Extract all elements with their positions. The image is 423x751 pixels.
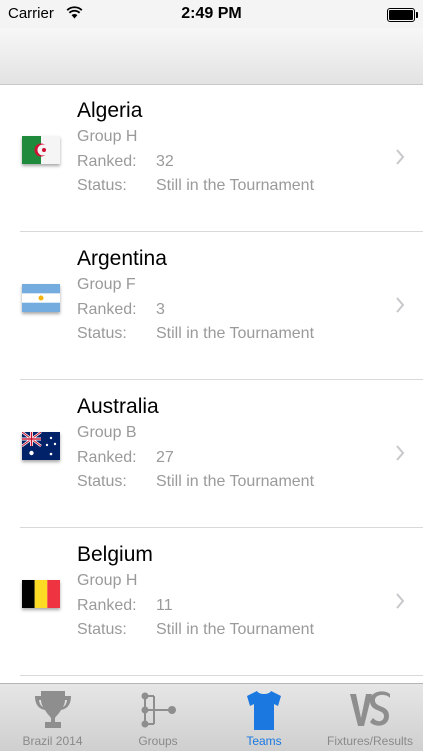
team-status: Still in the Tournament (156, 325, 315, 342)
team-name: Argentina (77, 247, 167, 270)
chevron-right-icon (396, 149, 405, 165)
status-label: Status: (77, 177, 127, 194)
team-name: Algeria (77, 99, 143, 122)
trophy-icon (34, 691, 71, 728)
team-group: Group H (77, 128, 138, 145)
tab-label: Groups (138, 734, 178, 748)
tab-teams[interactable]: Teams (211, 684, 317, 751)
tab-fixtures-results[interactable]: Fixtures/Results (317, 684, 423, 751)
team-rank: 32 (156, 153, 174, 170)
tab-label: Brazil 2014 (22, 734, 83, 748)
team-name: Belgium (77, 543, 153, 566)
tab-brazil-2014[interactable]: Brazil 2014 (0, 684, 105, 751)
chevron-right-icon (396, 445, 405, 461)
algeria-flag-icon (22, 136, 60, 164)
row-separator (20, 675, 423, 676)
team-row-algeria[interactable]: Algeria Group H Ranked: 32 Status: Still… (0, 85, 423, 232)
status-label: Status: (77, 473, 127, 490)
team-status: Still in the Tournament (156, 177, 315, 194)
team-rank: 3 (156, 301, 165, 318)
argentina-flag-icon (22, 284, 60, 312)
team-row-argentina[interactable]: Argentina Group F Ranked: 3 Status: Stil… (0, 233, 423, 380)
vs-icon (350, 691, 390, 726)
tab-label: Teams (246, 734, 282, 748)
status-label: Status: (77, 621, 127, 638)
team-rank: 27 (156, 449, 174, 466)
ranked-label: Ranked: (77, 597, 137, 614)
belgium-flag-icon (22, 580, 60, 608)
battery-icon (387, 8, 418, 22)
team-row-australia[interactable]: Australia Group B Ranked: 27 Status: Sti… (0, 381, 423, 528)
clock-label: 2:49 PM (181, 5, 242, 22)
row-separator (20, 379, 423, 380)
team-group: Group H (77, 572, 138, 589)
bracket-icon (141, 692, 176, 728)
tab-bar: Brazil 2014 Groups Teams Fixtures/Result… (0, 683, 423, 751)
ranked-label: Ranked: (77, 153, 137, 170)
chevron-right-icon (396, 297, 405, 313)
team-row-belgium[interactable]: Belgium Group H Ranked: 11 Status: Still… (0, 529, 423, 676)
status-bar: Carrier 2:49 PM (0, 0, 423, 28)
navigation-bar (0, 28, 423, 85)
tab-groups[interactable]: Groups (105, 684, 211, 751)
team-group: Group F (77, 276, 136, 293)
row-separator (20, 527, 423, 528)
tab-label: Fixtures/Results (326, 734, 414, 748)
team-status: Still in the Tournament (156, 473, 315, 490)
team-name: Australia (77, 395, 159, 418)
jersey-icon (247, 691, 281, 730)
team-rank: 11 (156, 597, 173, 614)
status-label: Status: (77, 325, 127, 342)
ranked-label: Ranked: (77, 449, 137, 466)
team-group: Group B (77, 424, 137, 441)
row-separator (20, 231, 423, 232)
chevron-right-icon (396, 593, 405, 609)
team-status: Still in the Tournament (156, 621, 315, 638)
ranked-label: Ranked: (77, 301, 137, 318)
australia-flag-icon (22, 432, 60, 460)
team-list[interactable]: Algeria Group H Ranked: 32 Status: Still… (0, 85, 423, 683)
